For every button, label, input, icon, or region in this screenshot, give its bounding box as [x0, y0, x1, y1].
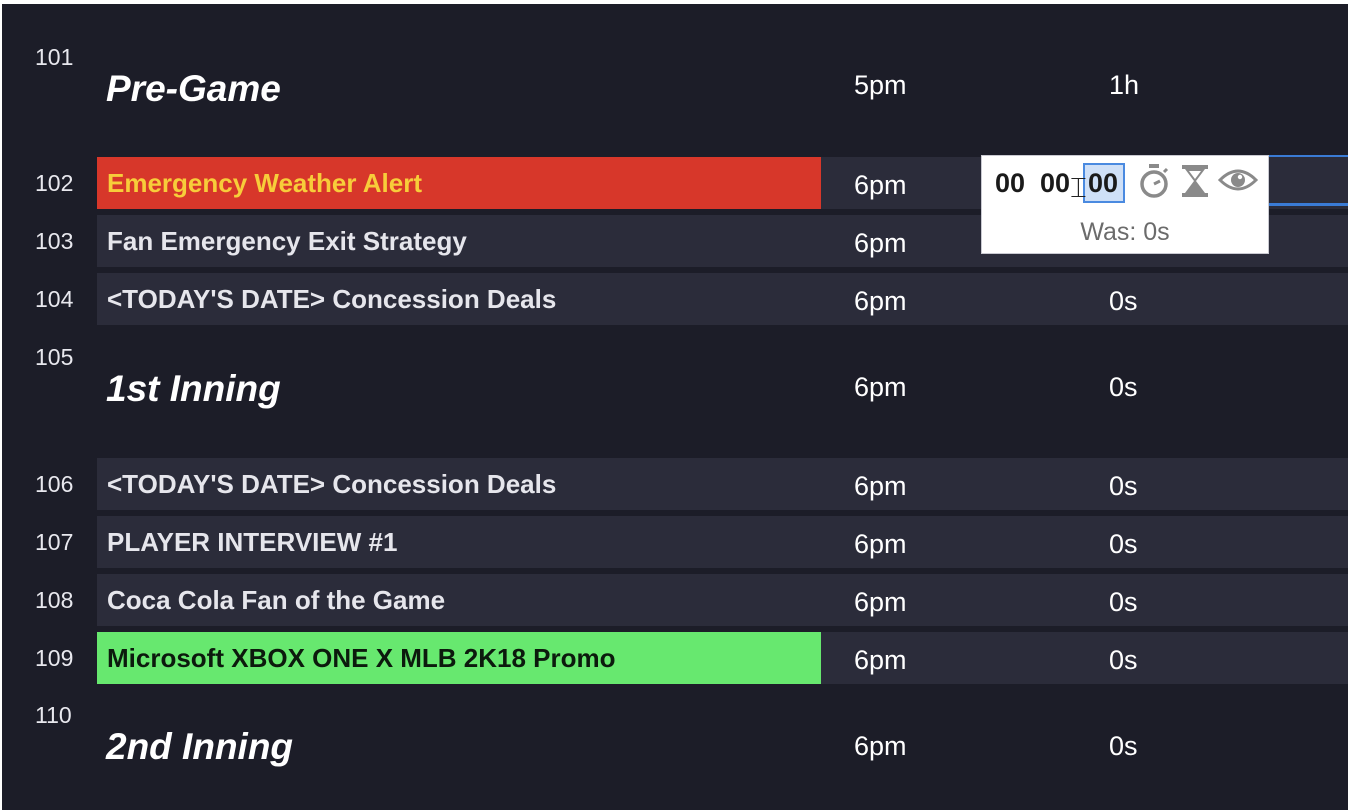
- row-duration[interactable]: 0s: [1109, 731, 1138, 762]
- seconds-input[interactable]: 00: [1088, 168, 1118, 199]
- row-number: 105: [35, 344, 74, 370]
- row-start-time[interactable]: 6pm: [854, 731, 907, 762]
- segment-header-title[interactable]: 1st Inning: [106, 368, 281, 410]
- row-start-time[interactable]: 6pm: [854, 587, 907, 618]
- row-start-time[interactable]: 6pm: [854, 170, 907, 201]
- row-title[interactable]: <TODAY'S DATE> Concession Deals: [97, 458, 821, 510]
- table-row[interactable]: PLAYER INTERVIEW #1: [97, 516, 1348, 568]
- row-number: 107: [35, 529, 74, 555]
- table-row[interactable]: <TODAY'S DATE> Concession Deals: [97, 273, 1348, 325]
- row-number: 108: [35, 587, 74, 613]
- segment-header-title[interactable]: 2nd Inning: [106, 726, 293, 768]
- row-start-time[interactable]: 6pm: [854, 645, 907, 676]
- hours-input[interactable]: 00: [995, 168, 1025, 199]
- row-number: 104: [35, 286, 74, 312]
- hourglass-icon[interactable]: [1179, 162, 1211, 205]
- row-title[interactable]: Coca Cola Fan of the Game: [97, 574, 821, 626]
- editor-border-accent: [1268, 203, 1348, 206]
- row-start-time[interactable]: 6pm: [854, 286, 907, 317]
- segment-header-title[interactable]: Pre-Game: [106, 68, 281, 110]
- stopwatch-icon[interactable]: [1137, 162, 1171, 205]
- table-row[interactable]: <TODAY'S DATE> Concession Deals: [97, 458, 1348, 510]
- row-duration[interactable]: 0s: [1109, 286, 1138, 317]
- editor-border-accent: [1268, 155, 1348, 157]
- row-number: 103: [35, 228, 74, 254]
- row-duration[interactable]: 0s: [1109, 645, 1138, 676]
- row-number: 101: [35, 44, 74, 70]
- row-title[interactable]: PLAYER INTERVIEW #1: [97, 516, 821, 568]
- row-duration[interactable]: 0s: [1109, 587, 1138, 618]
- duration-editor[interactable]: 00 00 00 ⌶ Was: 0s: [981, 155, 1269, 254]
- row-start-time[interactable]: 6pm: [854, 372, 907, 403]
- row-duration[interactable]: 0s: [1109, 372, 1138, 403]
- row-number: 109: [35, 645, 74, 671]
- row-number: 110: [35, 702, 72, 728]
- minutes-input[interactable]: 00: [1040, 168, 1070, 199]
- row-duration[interactable]: 1h: [1109, 70, 1139, 101]
- rundown-list: 101 Pre-Game 5pm 1h 102 Emergency Weathe…: [2, 4, 1348, 810]
- row-start-time[interactable]: 6pm: [854, 228, 907, 259]
- table-row[interactable]: Microsoft XBOX ONE X MLB 2K18 Promo: [97, 632, 1348, 684]
- row-number: 102: [35, 170, 74, 196]
- row-start-time[interactable]: 6pm: [854, 529, 907, 560]
- row-title[interactable]: Microsoft XBOX ONE X MLB 2K18 Promo: [97, 632, 821, 684]
- row-title[interactable]: Emergency Weather Alert: [97, 157, 821, 209]
- row-start-time[interactable]: 5pm: [854, 70, 907, 101]
- text-cursor-icon: ⌶: [1070, 172, 1087, 203]
- row-start-time[interactable]: 6pm: [854, 471, 907, 502]
- row-title[interactable]: Fan Emergency Exit Strategy: [97, 215, 821, 267]
- row-duration[interactable]: 0s: [1109, 471, 1138, 502]
- row-title[interactable]: <TODAY'S DATE> Concession Deals: [97, 273, 821, 325]
- table-row[interactable]: Coca Cola Fan of the Game: [97, 574, 1348, 626]
- eye-icon[interactable]: [1217, 165, 1259, 200]
- previous-duration-label: Was: 0s: [1080, 218, 1170, 246]
- row-number: 106: [35, 471, 74, 497]
- row-duration[interactable]: 0s: [1109, 529, 1138, 560]
